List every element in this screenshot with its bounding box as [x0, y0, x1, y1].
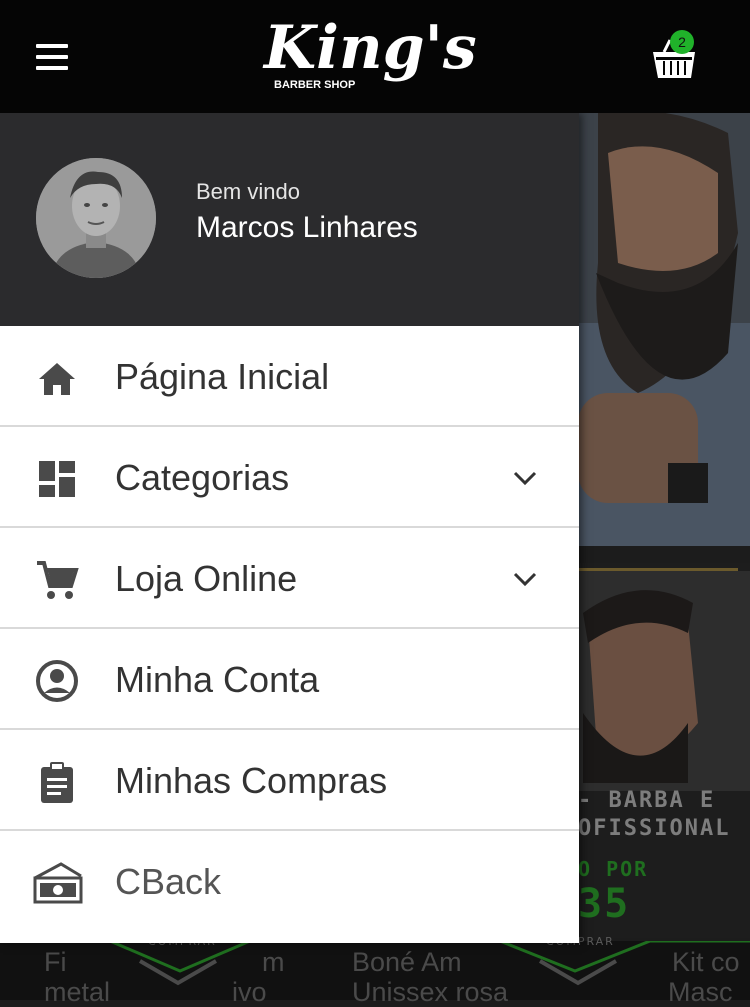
product-1-name-line2[interactable]: metal	[44, 977, 110, 1007]
promo-title-line2: OFISSIONAL	[578, 816, 731, 841]
cash-icon	[33, 862, 83, 904]
svg-text:BARBER SHOP: BARBER SHOP	[274, 79, 355, 91]
user-photo	[36, 158, 156, 278]
shopping-cart-icon	[37, 561, 79, 599]
navigation-drawer: Bem vindo Marcos Linhares Página Inicial…	[0, 113, 579, 943]
cart-count-badge: 2	[670, 30, 694, 54]
home-icon	[39, 363, 75, 395]
menu-icon[interactable]	[36, 44, 68, 74]
hero-banner-image	[578, 113, 750, 546]
menu-item-home[interactable]: Página Inicial	[0, 326, 579, 427]
menu-item-label: Página Inicial	[115, 356, 330, 397]
menu-item-label: Loja Online	[115, 558, 298, 599]
menu-item-label: CBack	[115, 861, 222, 902]
menu-item-cback[interactable]: CBack	[0, 831, 579, 932]
clipboard-icon	[41, 762, 73, 803]
chevron-down-icon[interactable]	[510, 463, 540, 493]
chevron-down-icon[interactable]	[510, 564, 540, 594]
menu-item-label: Minha Conta	[115, 659, 320, 700]
product-2-name-line2[interactable]: Unissex rosa	[352, 977, 508, 1007]
welcome-text: Bem vindo	[196, 179, 300, 204]
account-circle-icon	[36, 660, 78, 702]
dashboard-icon	[39, 461, 75, 497]
kings-barber-shop-logo[interactable]: King's BARBER SHOP	[250, 6, 500, 106]
menu-item-online-store[interactable]: Loja Online	[0, 528, 579, 629]
profile-header: Bem vindo Marcos Linhares	[0, 113, 579, 326]
menu-item-categories[interactable]: Categorias	[0, 427, 579, 528]
promo-price-label: O POR	[578, 857, 649, 881]
product-1-name-line2-end[interactable]: ivo	[232, 977, 267, 1007]
menu-item-my-purchases[interactable]: Minhas Compras	[0, 730, 579, 831]
product-3-name-line2[interactable]: Masc	[668, 977, 733, 1007]
promo-price: 35	[578, 881, 631, 927]
app-header: King's BARBER SHOP 2	[0, 0, 750, 113]
promo-title-line1: - BARBA E	[578, 788, 716, 813]
svg-text:King's: King's	[262, 13, 477, 83]
user-name: Marcos Linhares	[196, 211, 418, 244]
menu-item-label: Minhas Compras	[115, 760, 388, 801]
product-3-name-line1[interactable]: Kit co	[672, 947, 740, 977]
product-1-name-line1[interactable]: Fi	[44, 947, 67, 977]
product-1-name-line1-end[interactable]: m	[262, 947, 285, 977]
menu-item-my-account[interactable]: Minha Conta	[0, 629, 579, 730]
product-2-name-line1[interactable]: Boné Am	[352, 947, 462, 977]
menu-item-label: Categorias	[115, 457, 290, 498]
cart-button[interactable]: 2	[650, 30, 700, 86]
user-avatar[interactable]	[36, 158, 156, 278]
